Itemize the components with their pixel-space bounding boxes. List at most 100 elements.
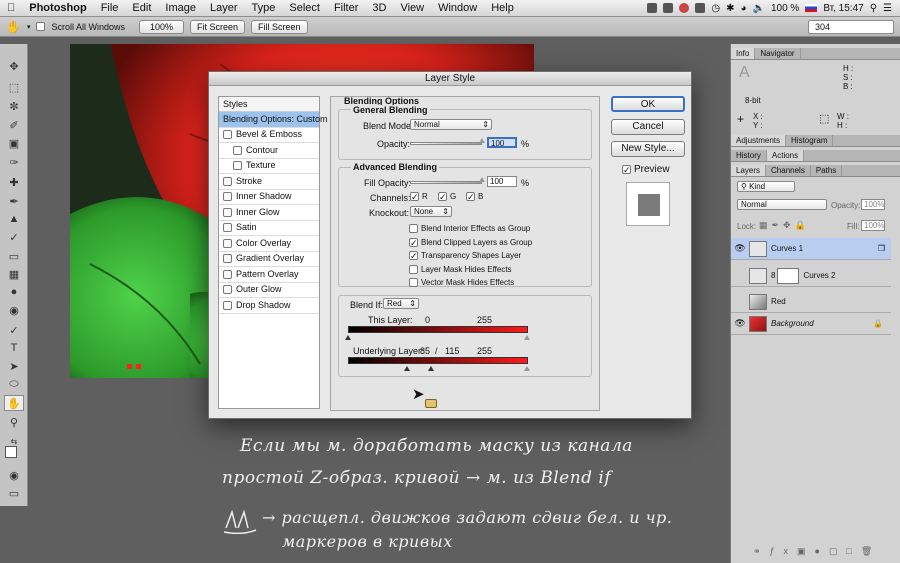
this-layer-black-slider[interactable] <box>345 335 351 340</box>
eye-icon[interactable]: 👁 <box>731 243 749 254</box>
stamp-tool-icon[interactable]: ▲ <box>4 211 24 227</box>
tab-histogram[interactable]: Histogram <box>786 135 834 146</box>
blend-if-select[interactable]: Red ⇕ <box>383 298 419 309</box>
style-checkbox[interactable] <box>223 207 232 217</box>
move-tool-icon[interactable]: ✥ <box>4 58 24 74</box>
style-checkbox[interactable] <box>223 254 232 264</box>
tool-preset-arrow-icon[interactable]: ▾ <box>27 23 31 31</box>
fit-screen-button[interactable]: Fit Screen <box>190 19 246 34</box>
knockout-select[interactable]: None ⇕ <box>410 206 452 217</box>
apple-icon[interactable]:  <box>0 2 22 14</box>
underlying-white-slider[interactable] <box>524 366 530 371</box>
time-machine-icon[interactable]: ◷ <box>711 3 720 14</box>
spotlight-icon[interactable]: ⚲ <box>870 3 877 14</box>
style-item[interactable]: Contour <box>219 143 319 159</box>
tab-info[interactable]: Info <box>731 48 756 59</box>
styles-header[interactable]: Styles <box>219 97 319 112</box>
menu-layer[interactable]: Layer <box>203 2 245 14</box>
style-checkbox[interactable] <box>223 238 232 248</box>
style-item[interactable]: Bevel & Emboss <box>219 128 319 143</box>
chrome-icon[interactable] <box>679 3 690 13</box>
tab-actions[interactable]: Actions <box>766 150 805 161</box>
eraser-tool-icon[interactable]: ▭ <box>4 248 24 264</box>
menu-select[interactable]: Select <box>282 2 327 14</box>
style-checkbox[interactable] <box>223 176 232 186</box>
tab-layers[interactable]: Layers <box>731 165 767 176</box>
scroll-all-checkbox[interactable] <box>36 22 46 31</box>
opacity-input[interactable]: 100 <box>487 137 517 148</box>
advanced-option-checkbox[interactable]: Vector Mask Hides Effects <box>409 278 514 287</box>
style-checkbox[interactable] <box>223 192 232 202</box>
screen-mode-icon[interactable]: ▭ <box>4 485 24 501</box>
layer-row[interactable]: 8 Curves 2 <box>731 265 891 287</box>
path-select-tool-icon[interactable]: ➤ <box>4 358 24 374</box>
fill-opacity-slider[interactable] <box>410 181 482 184</box>
evernote-icon[interactable] <box>663 3 674 13</box>
channel-g-checkbox[interactable]: G <box>438 192 456 201</box>
foreground-color-swatch[interactable] <box>5 446 17 458</box>
marquee-tool-icon[interactable]: ⬚ <box>4 79 24 95</box>
style-item[interactable]: Gradient Overlay <box>219 252 319 267</box>
menu-3d[interactable]: 3D <box>365 2 393 14</box>
battery-label[interactable]: 100 % <box>771 3 799 14</box>
history-brush-icon[interactable]: ✓ <box>4 229 24 245</box>
fill-opacity-input[interactable]: 100 <box>487 176 517 187</box>
this-layer-white-slider[interactable] <box>524 335 530 340</box>
volume-icon[interactable]: 🔈 <box>753 3 765 14</box>
menu-file[interactable]: File <box>94 2 126 14</box>
style-item[interactable]: Texture <box>219 159 319 174</box>
style-item[interactable]: Color Overlay <box>219 236 319 252</box>
preview-checkbox[interactable]: Preview <box>622 164 670 175</box>
tab-channels[interactable]: Channels <box>766 165 811 176</box>
layer-row[interactable]: 👁 Curves 1 ❒ <box>731 238 891 260</box>
eyedropper-tool-icon[interactable]: ✑ <box>4 154 24 170</box>
hand-tool-icon[interactable]: ✋ <box>4 395 24 411</box>
style-item[interactable]: Satin <box>219 221 319 236</box>
kind-filter-select[interactable]: ⚲ Kind <box>737 181 795 192</box>
advanced-option-checkbox[interactable]: Blend Interior Effects as Group <box>409 224 530 233</box>
tab-history[interactable]: History <box>731 150 767 161</box>
bluetooth-icon[interactable]: ✱ <box>726 3 734 14</box>
menu-view[interactable]: View <box>393 2 431 14</box>
menu-image[interactable]: Image <box>158 2 203 14</box>
style-checkbox[interactable] <box>223 285 232 295</box>
style-item[interactable]: Blending Options: Custom <box>219 112 328 128</box>
style-item[interactable]: Pattern Overlay <box>219 267 319 283</box>
menu-help[interactable]: Help <box>484 2 521 14</box>
app-menu[interactable]: Photoshop <box>22 2 93 14</box>
layer-footer-icons[interactable]: ⚭ƒx▣●▢□🗑 <box>753 546 881 557</box>
zoom-100-button[interactable]: 100% <box>139 19 185 34</box>
clock[interactable]: Вт, 15:47 <box>823 3 863 14</box>
quick-select-tool-icon[interactable]: ✐ <box>4 117 24 133</box>
style-checkbox[interactable] <box>233 161 242 171</box>
layer-fill-field[interactable]: 100% <box>861 220 885 231</box>
opacity-slider-handle[interactable] <box>479 138 485 143</box>
zoom-tool-icon[interactable]: ⚲ <box>4 414 24 430</box>
style-checkbox[interactable] <box>233 145 242 155</box>
menu-type[interactable]: Type <box>245 2 283 14</box>
advanced-option-checkbox[interactable]: Blend Clipped Layers as Group <box>409 237 532 247</box>
dropbox-icon[interactable] <box>647 3 658 13</box>
eye-icon[interactable]: 👁 <box>731 318 749 329</box>
style-item[interactable]: Stroke <box>219 174 319 190</box>
lock-icons[interactable]: ▦✒✥🔒 <box>759 220 810 231</box>
underlying-black-slider-right[interactable] <box>428 366 434 371</box>
opacity-slider[interactable] <box>410 142 482 145</box>
style-checkbox[interactable] <box>223 300 232 310</box>
fill-opacity-slider-handle[interactable] <box>479 177 485 182</box>
tab-adjustments[interactable]: Adjustments <box>731 135 787 146</box>
crop-tool-icon[interactable]: ▣ <box>4 135 24 151</box>
channel-r-checkbox[interactable]: R <box>410 192 428 201</box>
fill-screen-button[interactable]: Fill Screen <box>251 19 308 34</box>
blur-tool-icon[interactable]: ● <box>4 284 24 300</box>
tab-navigator[interactable]: Navigator <box>755 48 801 59</box>
hand-tool-icon[interactable]: ✋ <box>6 20 21 34</box>
brush-tool-icon[interactable]: ✒ <box>4 193 24 209</box>
quick-mask-icon[interactable]: ◉ <box>4 467 24 483</box>
menu-edit[interactable]: Edit <box>125 2 158 14</box>
type-tool-icon[interactable]: T <box>4 340 24 356</box>
healing-tool-icon[interactable]: ✚ <box>4 174 24 190</box>
advanced-option-checkbox[interactable]: Layer Mask Hides Effects <box>409 264 512 274</box>
underlying-black-slider-left[interactable] <box>404 366 410 371</box>
shape-tool-icon[interactable]: ⬭ <box>4 376 24 392</box>
